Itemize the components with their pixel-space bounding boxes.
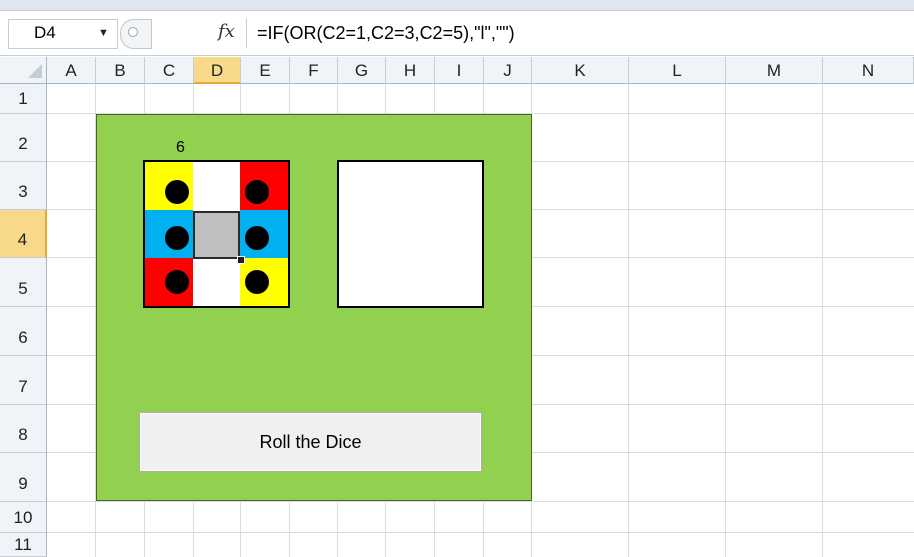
- row-header-11[interactable]: 11: [0, 533, 47, 557]
- column-header-c[interactable]: C: [145, 57, 194, 84]
- row-header-6[interactable]: 6: [0, 307, 47, 356]
- die-segment-white: [193, 162, 240, 210]
- column-header-d[interactable]: D: [194, 57, 241, 84]
- column-header-j[interactable]: J: [484, 57, 532, 84]
- row-header-2[interactable]: 2: [0, 114, 47, 162]
- column-gridline: [725, 84, 726, 557]
- insert-function-icon[interactable]: fx: [218, 20, 235, 44]
- row-header-9[interactable]: 9: [0, 453, 47, 502]
- die-pip: [245, 180, 269, 204]
- select-all-triangle-icon: [28, 64, 42, 78]
- ribbon-edge: [0, 0, 914, 11]
- row-header-10[interactable]: 10: [0, 502, 47, 533]
- column-header-k[interactable]: K: [532, 57, 629, 84]
- column-header-b[interactable]: B: [96, 57, 145, 84]
- column-header-h[interactable]: H: [386, 57, 435, 84]
- formula-bar-border: [0, 55, 914, 56]
- die-pip: [165, 180, 189, 204]
- column-header-n[interactable]: N: [823, 57, 914, 84]
- row-header-4[interactable]: 4: [0, 210, 47, 258]
- column-header-i[interactable]: I: [435, 57, 484, 84]
- die-segment-white: [193, 258, 240, 306]
- row-gridline: [47, 501, 914, 502]
- fill-handle[interactable]: [237, 256, 245, 264]
- formula-bar-divider: [246, 18, 247, 48]
- die-pip: [165, 226, 189, 250]
- column-gridline: [822, 84, 823, 557]
- row-header-1[interactable]: 1: [0, 84, 47, 114]
- row-gridline: [47, 532, 914, 533]
- column-gridline: [628, 84, 629, 557]
- roll-dice-button[interactable]: Roll the Dice: [139, 412, 482, 472]
- die-pip: [245, 270, 269, 294]
- column-header-a[interactable]: A: [47, 57, 96, 84]
- die-two: [337, 160, 484, 308]
- row-header-8[interactable]: 8: [0, 405, 47, 453]
- column-header-m[interactable]: M: [726, 57, 823, 84]
- resize-handle-icon: [128, 27, 138, 37]
- column-header-l[interactable]: L: [629, 57, 726, 84]
- chevron-down-icon[interactable]: ▼: [98, 26, 109, 40]
- column-header-g[interactable]: G: [338, 57, 386, 84]
- dice-counter-cell[interactable]: 6: [176, 138, 185, 158]
- active-cell-d4[interactable]: [193, 211, 240, 259]
- die-pip: [165, 270, 189, 294]
- formula-input[interactable]: =IF(OR(C2=1,C2=3,C2=5),"l",""): [257, 21, 515, 45]
- name-box-value[interactable]: D4: [34, 22, 56, 44]
- row-header-3[interactable]: 3: [0, 162, 47, 210]
- row-header-5[interactable]: 5: [0, 258, 47, 307]
- column-header-e[interactable]: E: [241, 57, 290, 84]
- die-pip: [245, 226, 269, 250]
- row-header-7[interactable]: 7: [0, 356, 47, 405]
- column-header-f[interactable]: F: [290, 57, 338, 84]
